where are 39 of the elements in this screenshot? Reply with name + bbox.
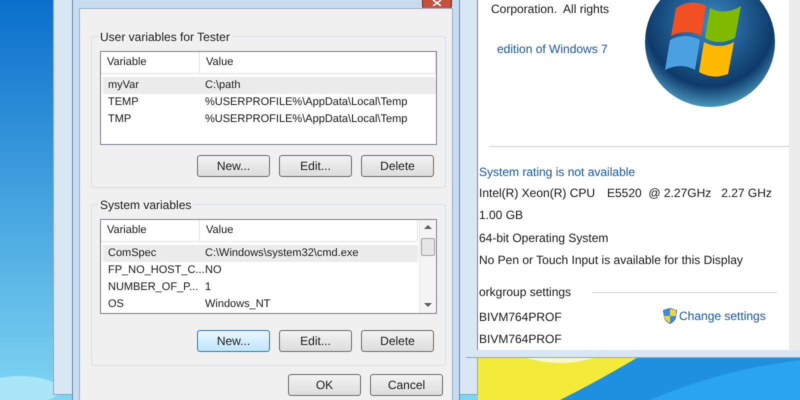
computer-name: BIVM764PROF (479, 309, 562, 326)
list-row[interactable]: FP_NO_HOST_C...NO (103, 262, 418, 279)
list-row[interactable]: TEMP %USERPROFILE%\AppData\Local\Temp (103, 94, 436, 111)
rating-link[interactable]: System rating is not available (479, 163, 636, 181)
change-settings-link[interactable]: Change settings (663, 307, 766, 325)
variable-button[interactable]: Edit... (279, 330, 352, 352)
list-row[interactable]: TMP %USERPROFILE%\AppData\Local\Temp (103, 111, 436, 128)
edition-link[interactable]: edition of Windows 7 (497, 40, 608, 58)
column-header[interactable]: Value (200, 220, 418, 241)
scroll-thumb[interactable] (421, 238, 435, 256)
spec-value: Intel(R) Xeon(R) CPU (479, 185, 596, 202)
variable-list[interactable]: Variable Value myVar C:\path TEMP %USERPROFILE%\AppData\Local\Temp TMP %USERPROFILE%\AppData\Local\Temp (100, 51, 437, 145)
variable-button[interactable]: New... (197, 155, 270, 177)
shield-icon (663, 308, 677, 324)
list-row[interactable]: NUMBER_OF_P... 1 (103, 279, 418, 296)
variable-button[interactable]: Delete (361, 155, 434, 177)
dialog-button[interactable]: OK (288, 374, 361, 396)
variable-button[interactable]: Edit... (279, 155, 352, 177)
up-arrow-icon[interactable] (424, 225, 432, 229)
list-row[interactable]: OS Windows_NT (103, 296, 418, 313)
spec-value: E5520 @ 2.27GHz 2.27 GHz (607, 185, 772, 202)
scrollbar[interactable] (789, 0, 800, 350)
dialog-button[interactable]: Cancel (370, 374, 443, 396)
column-header[interactable]: Value (200, 52, 436, 73)
scrollbar[interactable] (419, 220, 436, 313)
list-row[interactable]: myVar C:\path (103, 77, 436, 94)
spec-value: 64-bit Operating System (479, 230, 608, 247)
close-icon (432, 0, 442, 6)
down-arrow-icon[interactable] (424, 303, 432, 307)
computer-name: BIVM764PROF (479, 331, 562, 348)
column-header[interactable]: Variable (101, 220, 200, 241)
copyright-text: Corporation. All rights (491, 1, 610, 18)
variable-list[interactable]: Variable Value ComSpec C:\Windows\system32\cmd.exe FP_NO_HOST_C...NO NUMBER_OF_P... 1 OS Windows_NT (100, 219, 437, 314)
variable-button[interactable]: New... (197, 330, 270, 352)
column-header[interactable]: Variable (101, 52, 200, 73)
variable-button[interactable]: Delete (361, 330, 434, 352)
spec-value: No Pen or Touch Input is available for this Display (479, 252, 743, 269)
list-row[interactable]: ComSpec C:\Windows\system32\cmd.exe (103, 245, 418, 262)
spec-value: 1.00 GB (479, 207, 524, 224)
